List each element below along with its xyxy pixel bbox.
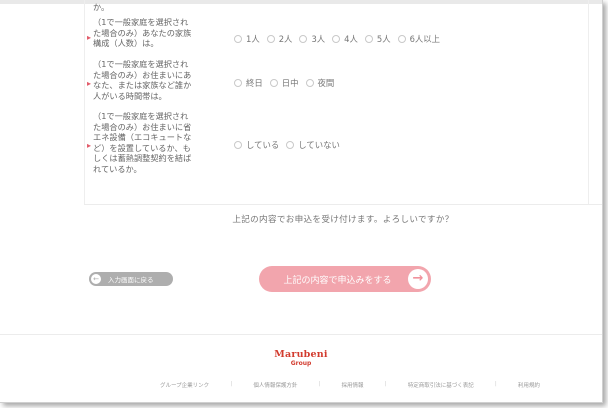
- question-energy-equipment: ▸ （1で一般家庭を選択され た場合のみ）お住まいに省 エネ設備（エコキュートな…: [87, 111, 218, 175]
- footer-separator: |: [384, 381, 387, 387]
- radio-option-all-day[interactable]: 終日: [234, 77, 263, 89]
- arrow-right-icon: →: [408, 269, 428, 289]
- radio-option-daytime[interactable]: 日中: [269, 77, 299, 89]
- radio-option-no[interactable]: していない: [286, 139, 340, 151]
- radio-option-label: 4人: [344, 34, 358, 44]
- energy-equipment-options: している していない: [234, 139, 347, 151]
- question-text-line: なた、または家族など誰か: [93, 80, 192, 91]
- radio-option-label: 日中: [281, 78, 299, 88]
- required-marker: ▸: [87, 79, 92, 88]
- back-button-label: 入力画面に戻る: [108, 276, 154, 284]
- radio-circle[interactable]: [234, 79, 242, 87]
- question-partial: か。: [93, 2, 218, 13]
- footer-separator: |: [230, 381, 233, 387]
- radio-option-label: 6人以上: [409, 34, 441, 44]
- radio-option-label: 5人: [376, 34, 391, 44]
- radio-circle[interactable]: [364, 35, 373, 43]
- radio-option-3[interactable]: 3人: [299, 33, 325, 45]
- question-family-size: ▸ （1で一般家庭を選択され た場合のみ）あなたの家族 構成（人数）は。: [87, 17, 218, 49]
- radio-option-4[interactable]: 4人: [332, 33, 358, 45]
- form-left-border: [84, 0, 85, 205]
- radio-circle[interactable]: [234, 35, 242, 43]
- footer-separator: |: [494, 381, 497, 387]
- page-frame: か。 ▸ （1で一般家庭を選択され た場合のみ）あなたの家族 構成（人数）は。 …: [0, 0, 603, 403]
- footer-nav: グループ企業リンク | 個人情報保護方針 | 採用情報 | 特定商取引法に基づく…: [160, 381, 540, 389]
- radio-option-label: 夜間: [317, 78, 335, 88]
- question-text-line: れているか。: [93, 163, 142, 174]
- question-time-at-home: ▸ （1で一般家庭を選択され た場合のみ）お住まいにあ なた、または家族など誰か…: [87, 59, 218, 101]
- footer-link-group-companies[interactable]: グループ企業リンク: [160, 381, 209, 389]
- footer-link-privacy-policy[interactable]: 個人情報保護方針: [253, 381, 297, 389]
- question-text-line: エネ設備（エコキュートな: [93, 132, 192, 143]
- required-marker: ▸: [87, 33, 92, 42]
- marubeni-logo[interactable]: Marubeni Group: [0, 349, 602, 368]
- confirm-message: 上記の内容でお申込を受け付けます。よろしいですか？: [232, 215, 454, 225]
- top-border: [0, 0, 602, 4]
- question-text-line: 構成（人数）は。: [93, 38, 159, 49]
- radio-option-label: 2人: [278, 34, 293, 44]
- radio-option-2[interactable]: 2人: [266, 33, 293, 45]
- radio-option-yes[interactable]: している: [234, 139, 279, 151]
- question-text-line: 人がいる時間帯は。: [93, 90, 167, 101]
- footer-link-commercial-law[interactable]: 特定商取引法に基づく表記: [408, 381, 474, 389]
- submit-button-label: 上記の内容で申込みをする: [283, 275, 392, 286]
- radio-option-6[interactable]: 6人以上: [397, 33, 441, 45]
- arrow-left-icon: ←: [91, 274, 101, 284]
- radio-option-label: 3人: [311, 34, 326, 44]
- logo-group: Group: [290, 360, 312, 367]
- time-at-home-options: 終日 日中 夜間: [234, 77, 341, 89]
- footer-divider: [0, 334, 602, 335]
- radio-option-night[interactable]: 夜間: [305, 77, 335, 89]
- footer-link-recruitment[interactable]: 採用情報: [342, 381, 364, 389]
- radio-option-label: している: [246, 140, 280, 150]
- question-text-line: （1で一般家庭を選択され: [93, 111, 189, 121]
- question-text-line: た場合のみ）お住まいにあ: [93, 69, 192, 80]
- family-size-options: 1人 2人 3人 4人 5人 6人以上: [234, 33, 447, 45]
- radio-circle[interactable]: [299, 35, 308, 43]
- question-text-line: しくは蓄熱調整契約を結ば: [93, 153, 192, 164]
- radio-option-label: 1人: [246, 34, 260, 44]
- radio-option-5[interactable]: 5人: [364, 33, 391, 45]
- radio-circle[interactable]: [269, 79, 278, 87]
- footer-separator: |: [318, 381, 321, 387]
- radio-circle[interactable]: [305, 79, 314, 87]
- radio-option-label: 終日: [246, 78, 263, 88]
- radio-circle[interactable]: [266, 35, 275, 43]
- question-text-line: た場合のみ）あなたの家族: [93, 27, 192, 38]
- submit-application-button[interactable]: 上記の内容で申込みをする →: [259, 266, 431, 292]
- radio-circle[interactable]: [286, 141, 295, 149]
- question-text-line: た場合のみ）お住まいに省: [93, 121, 192, 132]
- question-text-line: （1で一般家庭を選択され: [93, 17, 189, 27]
- required-marker: ▸: [87, 141, 92, 150]
- back-to-input-button[interactable]: ← 入力画面に戻る: [89, 272, 173, 286]
- question-text-line: ど）を設置しているか、も: [93, 142, 191, 153]
- radio-circle[interactable]: [234, 141, 242, 149]
- question-text-line: （1で一般家庭を選択され: [93, 59, 189, 69]
- question-text-line: か。: [93, 2, 110, 12]
- form-right-border: [588, 0, 589, 205]
- footer-link-terms-of-use[interactable]: 利用規約: [518, 381, 540, 389]
- logo-name: Marubeni: [274, 349, 328, 360]
- divider: [84, 204, 602, 205]
- radio-option-label: していない: [298, 140, 340, 150]
- radio-circle[interactable]: [332, 35, 341, 43]
- radio-circle[interactable]: [397, 35, 406, 43]
- radio-option-1[interactable]: 1人: [234, 33, 260, 45]
